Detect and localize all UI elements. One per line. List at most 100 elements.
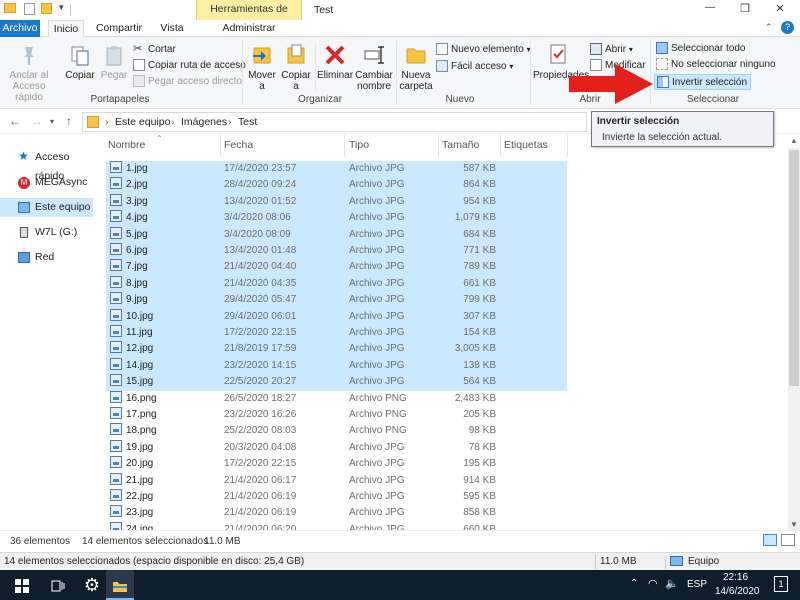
settings-gear-icon[interactable]: ⚙ [78,570,106,600]
table-row[interactable]: 6.jpg 13/4/2020 01:48 Archivo JPG 771 KB [106,243,567,260]
scrollbar-thumb[interactable] [789,150,799,386]
column-separator[interactable] [438,135,439,157]
select-none-button[interactable]: No seleccionar ninguno [656,57,776,73]
nav-item-red[interactable]: Red [0,248,93,267]
cut-button[interactable]: ✂ Cortar [133,42,176,58]
new-folder-button[interactable]: Nueva carpeta [398,43,434,92]
file-date: 21/4/2020 06:19 [224,507,297,519]
nav-item-este-equipo[interactable]: Este equipo [0,198,93,217]
pin-quick-access-button[interactable]: Anclar al Acceso rápido [4,45,54,103]
table-row[interactable]: 7.jpg 21/4/2020 04:40 Archivo JPG 789 KB [106,259,567,276]
language-indicator[interactable]: ESP [687,579,707,590]
copy-button[interactable]: Copiar [62,45,98,81]
ribbon-collapse-icon[interactable]: ⌃ [765,22,773,33]
table-row[interactable]: 12.jpg 21/8/2019 17:59 Archivo JPG 3,005 KB [106,341,567,358]
paste-shortcut-button[interactable]: Pegar acceso directo [133,74,242,90]
maximize-button[interactable]: ❐ [733,2,757,15]
open-button[interactable]: Abrir ▾ [590,42,633,58]
delete-x-icon [325,45,345,65]
column-header-etiquetas[interactable]: Etiquetas [504,139,548,157]
table-row[interactable]: 1.jpg 17/4/2020 23:57 Archivo JPG 587 KB [106,161,567,178]
up-arrow-icon[interactable]: ↑ [66,114,72,128]
tab-archivo[interactable]: Archivo [0,20,40,37]
nav-item-megasync[interactable]: M MEGAsync [0,173,93,192]
table-row[interactable]: 14.jpg 23/2/2020 14:15 Archivo JPG 138 KB [106,357,567,375]
back-arrow-icon[interactable]: ← [9,114,21,128]
tab-administrar[interactable]: Administrar [196,20,302,37]
image-file-icon [110,243,122,255]
image-file-icon [110,505,122,518]
column-header-nombre[interactable]: Nombre [108,139,145,157]
move-to-button[interactable]: Mover a [246,43,278,92]
breadcrumb-imagenes[interactable]: Imágenes [181,116,227,128]
help-icon[interactable]: ? [781,21,794,34]
tray-chevron-icon[interactable]: ⌃ [630,578,638,589]
nav-item-acceso-rapido[interactable]: ★ Acceso rápido [0,148,93,182]
table-row[interactable]: 21.jpg 21/4/2020 06:17 Archivo JPG 914 KB [106,472,567,489]
table-row[interactable]: 11.jpg 17/2/2020 22:15 Archivo JPG 154 KB [106,325,567,342]
table-row[interactable]: 18.png 25/2/2020 08:03 Archivo PNG 98 KB [106,423,567,439]
taskbar: ⚙ ⌃ ◠ 🔈 ESP 22:16 14/6/2020 1 [0,570,800,600]
minimize-button[interactable]: — [698,2,722,13]
column-separator[interactable] [220,135,221,157]
table-row[interactable]: 3.jpg 13/4/2020 01:52 Archivo JPG 954 KB [106,193,567,211]
forward-arrow-icon[interactable]: → [31,114,43,128]
file-explorer-taskbar-icon[interactable] [106,570,134,600]
clock-time[interactable]: 22:16 [723,572,748,583]
table-row[interactable]: 20.jpg 17/2/2020 22:15 Archivo JPG 195 KB [106,456,567,472]
column-header-fecha[interactable]: Fecha [224,139,253,157]
file-size: 138 KB [463,359,496,371]
nav-item-w7l[interactable]: W7L (G:) [0,223,93,242]
copy-to-button[interactable]: Copiar a [280,43,312,92]
column-separator[interactable] [500,135,501,157]
delete-button[interactable]: Eliminar [316,43,354,81]
volume-icon[interactable]: 🔈 [665,577,679,590]
properties-quick-icon[interactable] [24,3,35,15]
wifi-icon[interactable]: ◠ [648,577,658,590]
table-row[interactable]: 9.jpg 29/4/2020 05:47 Archivo JPG 799 KB [106,292,567,309]
windows-start-icon[interactable] [8,570,36,600]
tab-inicio[interactable]: Inicio [48,20,84,38]
table-row[interactable]: 2.jpg 28/4/2020 09:24 Archivo JPG 864 KB [106,177,567,194]
scroll-up-icon[interactable]: ▲ [790,136,798,145]
column-separator[interactable] [567,135,568,157]
table-row[interactable]: 16.png 26/5/2020 18:27 Archivo PNG 2,483 KB [106,390,567,407]
easy-access-button[interactable]: Fácil acceso ▾ [436,59,513,75]
task-view-icon[interactable] [44,570,72,600]
address-box[interactable]: › Este equipo › Imágenes › Test [82,112,587,132]
recent-dropdown-icon[interactable]: ▾ [50,117,54,126]
scroll-down-icon[interactable]: ▼ [790,520,798,529]
select-all-button[interactable]: Seleccionar todo [656,41,746,57]
table-row[interactable]: 15.jpg 22/5/2020 20:27 Archivo JPG 564 KB [106,374,567,391]
breadcrumb-test[interactable]: Test [238,116,257,128]
column-separator[interactable] [344,135,345,157]
copy-path-button[interactable]: Copiar ruta de acceso [133,58,246,74]
table-row[interactable]: 10.jpg 29/4/2020 06:01 Archivo JPG 307 KB [106,308,567,325]
clock-date[interactable]: 14/6/2020 [715,586,760,597]
paste-label: Pegar [100,70,128,81]
rename-button[interactable]: Cambiar nombre [354,43,394,92]
breadcrumb-este-equipo[interactable]: Este equipo [115,116,170,128]
table-row[interactable]: 23.jpg 21/4/2020 06:19 Archivo JPG 858 KB [106,505,567,521]
invert-selection-button[interactable]: Invertir selección [654,74,752,90]
tab-vista[interactable]: Vista [154,20,190,37]
table-row[interactable]: 4.jpg 3/4/2020 08:06 Archivo JPG 1,079 KB [106,210,567,227]
table-row[interactable]: 17.png 23/2/2020 16:26 Archivo PNG 205 KB [106,407,567,423]
column-header-tipo[interactable]: Tipo [349,139,369,157]
quick-access-dropdown-icon[interactable]: ▾ [59,2,64,13]
table-row[interactable]: 19.jpg 20/3/2020 04:08 Archivo JPG 78 KB [106,439,567,456]
tab-compartir[interactable]: Compartir [92,20,146,37]
large-icons-view-icon[interactable] [781,534,795,546]
details-view-icon[interactable] [763,534,777,546]
image-file-icon [110,193,122,206]
paste-button[interactable]: Pegar [98,45,130,81]
table-row[interactable]: 5.jpg 3/4/2020 08:09 Archivo JPG 684 KB [106,226,567,243]
new-item-button[interactable]: Nuevo elemento ▾ [436,42,531,58]
table-row[interactable]: 22.jpg 21/4/2020 06:19 Archivo JPG 595 KB [106,489,567,505]
table-row[interactable]: 8.jpg 21/4/2020 04:35 Archivo JPG 661 KB [106,275,567,293]
column-header-tamano[interactable]: Tamaño [442,139,479,157]
notification-center-icon[interactable]: 1 [774,576,788,592]
new-folder-quick-icon[interactable] [41,3,52,14]
close-button[interactable]: ✕ [768,2,792,15]
table-row[interactable]: 24.jpg 21/4/2020 06:20 Archivo JPG 660 KB [106,521,567,530]
